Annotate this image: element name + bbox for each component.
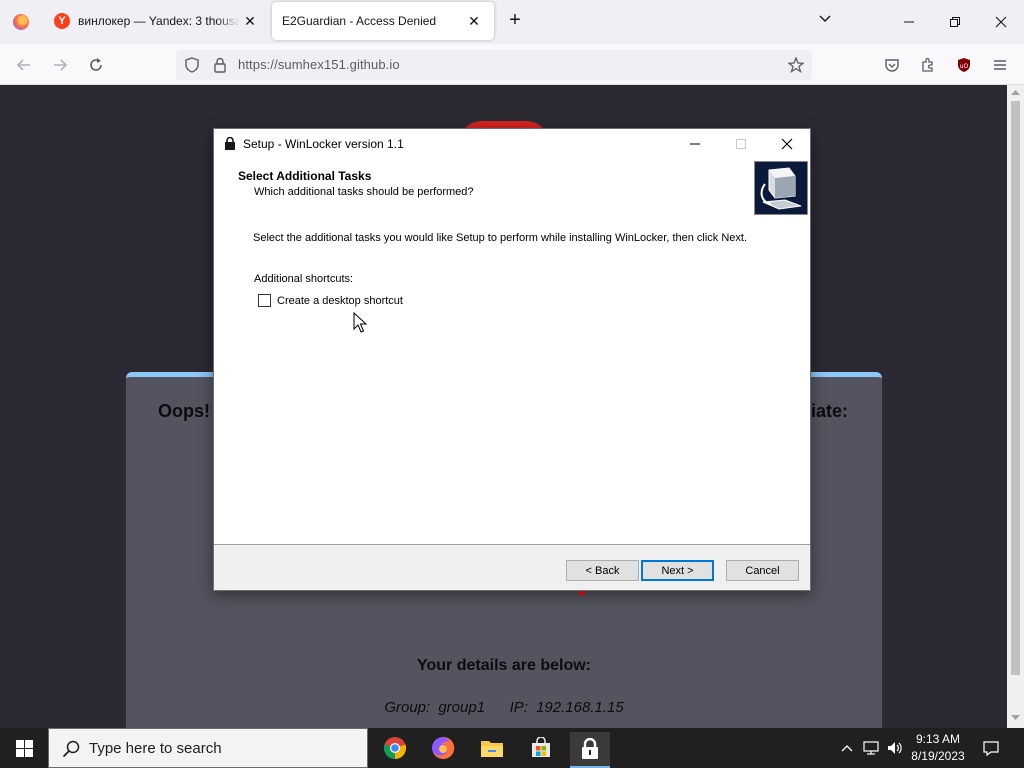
tab-title: винлокер — Yandex: 3 thousand <box>78 14 240 28</box>
back-arrow-icon[interactable] <box>11 52 37 78</box>
group-label: Group: <box>384 699 431 716</box>
scrollbar-thumb[interactable] <box>1011 101 1020 675</box>
address-bar[interactable]: https://sumhex151.github.io <box>176 50 812 80</box>
notifications-icon[interactable] <box>978 728 1004 768</box>
cancel-button[interactable]: Cancel <box>726 560 799 581</box>
store-icon[interactable] <box>521 732 561 764</box>
firefox-icon[interactable] <box>423 732 463 764</box>
dialog-footer: < Back Next > Cancel <box>214 544 810 590</box>
search-placeholder[interactable]: Type here to search <box>89 740 222 757</box>
tab-title: E2Guardian - Access Denied <box>282 14 437 28</box>
additional-shortcuts-label: Additional shortcuts: <box>254 273 354 285</box>
extensions-puzzle-icon[interactable] <box>915 52 941 78</box>
wizard-subheading: Which additional tasks should be perform… <box>254 186 474 198</box>
system-clock[interactable]: 9:13 AM 8/19/2023 <box>904 731 972 765</box>
show-hidden-icons-chevron-icon[interactable] <box>836 728 858 768</box>
network-icon[interactable] <box>860 728 882 768</box>
reload-icon[interactable] <box>83 52 109 78</box>
volume-icon[interactable] <box>884 728 906 768</box>
desktop-shortcut-checkbox[interactable] <box>258 294 271 307</box>
lock-icon[interactable] <box>212 57 228 73</box>
minimize-window-button[interactable] <box>886 0 932 44</box>
right-heading: iate: <box>810 401 848 421</box>
forward-arrow-icon[interactable] <box>47 52 73 78</box>
tab-strip: Y винлокер — Yandex: 3 thousand ✕ E2Guar… <box>0 0 1024 44</box>
file-explorer-icon[interactable] <box>472 732 512 764</box>
tab-yandex[interactable]: Y винлокер — Yandex: 3 thousand ✕ <box>44 2 270 40</box>
winlocker-icon[interactable] <box>570 732 610 768</box>
oops-heading: Oops! <box>158 401 210 421</box>
search-icon <box>62 740 80 758</box>
details-line: Group: group1 IP: 192.168.1.15 <box>126 699 882 716</box>
dialog-title: Setup - WinLocker version 1.1 <box>243 137 404 151</box>
firefox-icon <box>13 14 29 30</box>
wizard-heading: Select Additional Tasks <box>238 169 372 183</box>
chrome-icon[interactable] <box>375 732 415 764</box>
clock-date: 8/19/2023 <box>911 749 965 763</box>
pocket-icon[interactable] <box>879 52 905 78</box>
mouse-cursor-icon <box>353 312 367 333</box>
dialog-minimize-button[interactable] <box>672 129 718 159</box>
setup-computer-icon <box>754 161 808 215</box>
setup-dialog: Setup - WinLocker version 1.1 Select Add… <box>213 128 811 591</box>
lock-icon <box>225 137 235 150</box>
dialog-maximize-button <box>718 129 764 159</box>
new-tab-button[interactable]: + <box>504 10 526 32</box>
restore-window-button[interactable] <box>932 0 978 44</box>
page-scrollbar[interactable] <box>1007 85 1024 728</box>
tab-close-icon[interactable]: ✕ <box>240 13 260 30</box>
tab-e2guardian[interactable]: E2Guardian - Access Denied ✕ <box>272 2 494 40</box>
clock-time: 9:13 AM <box>915 732 961 746</box>
svg-text:uO: uO <box>960 63 969 70</box>
firefox-menu-button[interactable] <box>0 0 42 44</box>
dialog-titlebar[interactable]: Setup - WinLocker version 1.1 <box>214 129 810 159</box>
yandex-icon: Y <box>54 13 70 29</box>
windows-start-icon[interactable] <box>0 728 48 768</box>
taskbar-search-box[interactable]: Type here to search <box>48 728 368 768</box>
bookmark-star-icon[interactable] <box>787 56 805 73</box>
close-window-button[interactable] <box>978 0 1024 44</box>
taskbar: Type here to search 9:13 AM 8/19/2023 <box>0 728 1024 768</box>
ip-label: IP: <box>509 699 528 716</box>
ublock-origin-icon[interactable]: uO <box>951 52 977 78</box>
shield-icon[interactable] <box>184 57 200 73</box>
tab-close-icon[interactable]: ✕ <box>464 13 484 30</box>
ip-value: 192.168.1.15 <box>536 699 624 716</box>
list-all-tabs-chevron-icon[interactable] <box>814 12 836 32</box>
task-description: Select the additional tasks you would li… <box>253 232 748 244</box>
details-title: Your details are below: <box>417 657 591 674</box>
next-button[interactable]: Next > <box>641 560 714 581</box>
group-value: group1 <box>438 699 486 716</box>
hamburger-menu-icon[interactable] <box>987 52 1013 78</box>
url-text[interactable]: https://sumhex151.github.io <box>238 57 400 72</box>
desktop-shortcut-option[interactable]: Create a desktop shortcut <box>258 294 403 307</box>
dialog-close-button[interactable] <box>764 129 810 159</box>
navigation-bar: https://sumhex151.github.io uO <box>0 44 1024 85</box>
back-button[interactable]: < Back <box>566 560 639 581</box>
desktop-shortcut-label[interactable]: Create a desktop shortcut <box>277 295 403 307</box>
